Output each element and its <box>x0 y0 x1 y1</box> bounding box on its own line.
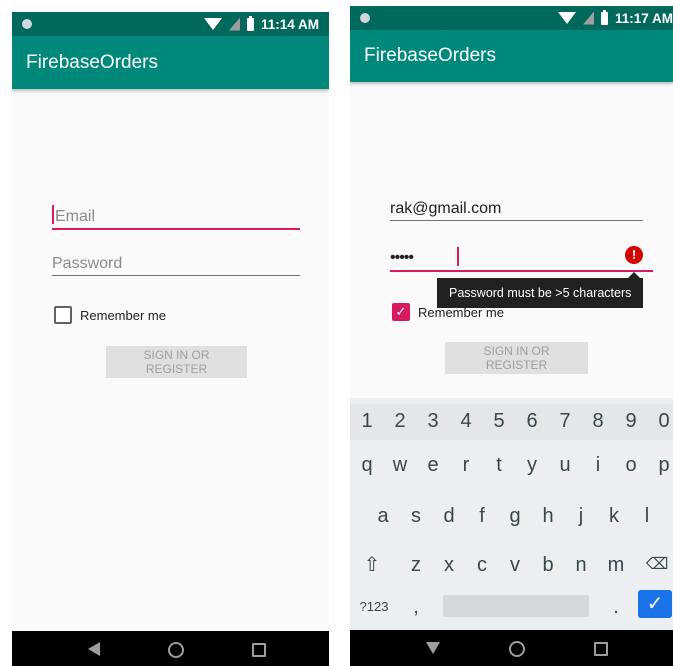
email-field[interactable] <box>390 190 643 221</box>
key-4[interactable]: 4 <box>455 404 477 438</box>
sign-in-button[interactable]: SIGN IN OR REGISTER <box>106 346 247 378</box>
remember-me-row[interactable]: Remember me <box>54 306 166 324</box>
checkmark-icon: ✓ <box>395 304 407 319</box>
text-cursor <box>52 205 54 224</box>
remember-me-label: Remember me <box>80 307 166 323</box>
key-h[interactable]: h <box>537 499 559 533</box>
key-0[interactable]: 0 <box>653 404 673 438</box>
notification-dot-icon <box>360 13 370 23</box>
password-field[interactable] <box>52 245 300 276</box>
email-input[interactable] <box>390 200 643 218</box>
key-o[interactable]: o <box>620 448 642 482</box>
key-g[interactable]: g <box>504 499 526 533</box>
home-icon[interactable] <box>168 642 184 658</box>
key-u[interactable]: u <box>554 448 576 482</box>
password-field[interactable]: ••••• <box>390 240 653 272</box>
keyboard-row-1: q w e r t y u i o p <box>350 448 673 482</box>
phone-screen-left: 11:14 AM FirebaseOrders Remember me SIGN… <box>12 12 329 666</box>
soft-keyboard: 1 2 3 4 5 6 7 8 9 0 q w e r t y u i o p … <box>350 398 673 630</box>
remember-me-checkbox[interactable]: ✓ <box>392 303 410 321</box>
app-title: FirebaseOrders <box>26 51 158 73</box>
app-bar: FirebaseOrders <box>12 36 329 89</box>
app-bar: FirebaseOrders <box>350 30 673 82</box>
key-m[interactable]: m <box>603 548 629 582</box>
key-d[interactable]: d <box>438 499 460 533</box>
remember-me-checkbox[interactable] <box>54 306 72 324</box>
keyboard-number-row: 1 2 3 4 5 6 7 8 9 0 <box>350 404 673 440</box>
navigation-bar <box>12 631 329 666</box>
error-message: Password must be >5 characters <box>449 286 632 300</box>
shift-icon[interactable]: ⇧ <box>360 548 384 582</box>
email-field[interactable] <box>52 198 303 230</box>
key-j[interactable]: j <box>570 499 592 533</box>
key-2[interactable]: 2 <box>389 404 411 438</box>
notification-dot-icon <box>22 19 32 29</box>
key-1[interactable]: 1 <box>356 404 378 438</box>
key-v[interactable]: v <box>504 548 526 582</box>
key-a[interactable]: a <box>372 499 394 533</box>
key-l[interactable]: l <box>636 499 658 533</box>
no-sim-icon <box>582 11 594 25</box>
key-i[interactable]: i <box>587 448 609 482</box>
navigation-bar <box>350 630 673 666</box>
key-f[interactable]: f <box>471 499 493 533</box>
recents-icon[interactable] <box>252 643 266 657</box>
space-key[interactable] <box>443 595 589 617</box>
enter-key[interactable]: ✓ <box>638 590 672 618</box>
keyboard-row-3: ⇧ z x c v b n m ⌫ <box>350 548 673 582</box>
back-icon[interactable] <box>88 642 100 656</box>
wifi-icon <box>557 12 576 24</box>
key-7[interactable]: 7 <box>554 404 576 438</box>
battery-icon <box>600 9 608 25</box>
app-title: FirebaseOrders <box>364 45 496 66</box>
key-t[interactable]: t <box>488 448 510 482</box>
recents-icon[interactable] <box>594 642 608 656</box>
no-sim-icon <box>228 17 240 31</box>
checkmark-icon: ✓ <box>646 593 664 615</box>
key-s[interactable]: s <box>405 499 427 533</box>
email-input[interactable] <box>55 208 303 226</box>
key-e[interactable]: e <box>422 448 444 482</box>
key-q[interactable]: q <box>356 448 378 482</box>
status-bar: 11:17 AM <box>350 6 673 30</box>
keyboard-row-2: a s d f g h j k l <box>350 499 673 533</box>
wifi-icon <box>203 18 222 30</box>
phone-screen-right: 11:17 AM FirebaseOrders ••••• ! Password… <box>350 6 673 666</box>
key-c[interactable]: c <box>471 548 493 582</box>
key-w[interactable]: w <box>389 448 411 482</box>
status-bar: 11:14 AM <box>12 12 329 36</box>
key-p[interactable]: p <box>653 448 673 482</box>
key-b[interactable]: b <box>537 548 559 582</box>
key-5[interactable]: 5 <box>488 404 510 438</box>
key-3[interactable]: 3 <box>422 404 444 438</box>
key-6[interactable]: 6 <box>521 404 543 438</box>
remember-me-row[interactable]: ✓ Remember me <box>392 303 504 321</box>
status-time: 11:17 AM <box>614 10 673 26</box>
battery-icon <box>246 15 254 31</box>
keyboard-bottom-row: ?123 , . ✓ <box>350 590 673 624</box>
sign-in-button[interactable]: SIGN IN OR REGISTER <box>445 342 588 374</box>
back-icon[interactable] <box>426 642 440 654</box>
period-key[interactable]: . <box>608 590 624 624</box>
backspace-icon[interactable]: ⌫ <box>645 548 669 582</box>
password-input[interactable] <box>52 255 300 273</box>
key-n[interactable]: n <box>570 548 592 582</box>
home-icon[interactable] <box>509 641 525 657</box>
key-r[interactable]: r <box>455 448 477 482</box>
remember-me-label: Remember me <box>418 304 504 320</box>
key-x[interactable]: x <box>438 548 460 582</box>
text-cursor <box>457 247 459 266</box>
status-time: 11:14 AM <box>260 16 319 32</box>
key-z[interactable]: z <box>405 548 427 582</box>
key-y[interactable]: y <box>521 448 543 482</box>
symbols-key[interactable]: ?123 <box>356 590 392 624</box>
password-input[interactable]: ••••• <box>390 249 414 267</box>
comma-key[interactable]: , <box>408 590 424 624</box>
key-k[interactable]: k <box>603 499 625 533</box>
key-8[interactable]: 8 <box>587 404 609 438</box>
key-9[interactable]: 9 <box>620 404 642 438</box>
error-icon: ! <box>625 246 643 264</box>
